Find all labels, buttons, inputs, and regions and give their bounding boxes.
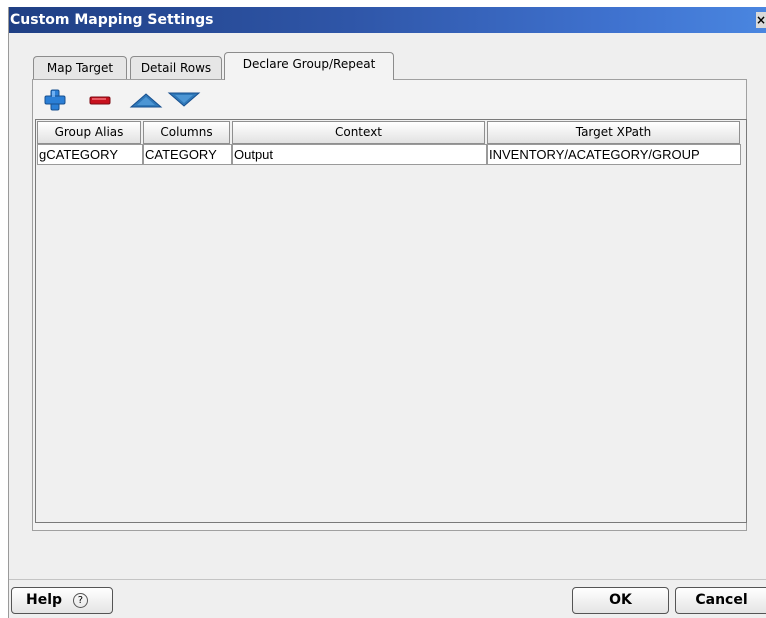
table-cell-context[interactable]: Output [232, 144, 487, 165]
column-header-columns[interactable]: Columns [143, 121, 230, 144]
tab-label: Declare Group/Repeat [242, 57, 376, 71]
table-cell-columns[interactable]: CATEGORY [143, 144, 232, 165]
table-cell-group-alias[interactable]: gCATEGORY [37, 144, 143, 165]
tab-declare-group-repeat[interactable]: Declare Group/Repeat [224, 52, 394, 80]
column-header-group-alias[interactable]: Group Alias [37, 121, 141, 144]
tab-label: Detail Rows [140, 61, 212, 75]
tab-detail-rows[interactable]: Detail Rows [130, 56, 222, 80]
remove-icon[interactable] [88, 89, 112, 111]
help-label: Help [26, 592, 63, 608]
tab-map-target[interactable]: Map Target [33, 56, 127, 80]
table-cell-target-xpath[interactable]: INVENTORY/ACATEGORY/GROUP [487, 144, 741, 165]
help-button[interactable]: Help ? [11, 587, 113, 614]
move-down-icon[interactable] [167, 89, 201, 111]
column-header-target-xpath[interactable]: Target XPath [487, 121, 740, 144]
custom-mapping-dialog: Custom Mapping Settings × Map Target Det… [8, 7, 766, 618]
add-icon[interactable] [43, 89, 67, 111]
title-bar: Custom Mapping Settings [9, 7, 766, 33]
footer-divider [9, 579, 766, 580]
move-up-icon[interactable] [129, 89, 163, 111]
dialog-title: Custom Mapping Settings [10, 12, 214, 28]
column-header-context[interactable]: Context [232, 121, 485, 144]
close-button[interactable]: × [756, 12, 766, 28]
cancel-button[interactable]: Cancel [675, 587, 766, 614]
tab-label: Map Target [46, 61, 114, 75]
ok-button[interactable]: OK [572, 587, 669, 614]
help-icon: ? [72, 593, 88, 608]
group-repeat-table: Group Alias Columns Context Target XPath… [35, 119, 747, 523]
close-icon: × [756, 13, 766, 27]
